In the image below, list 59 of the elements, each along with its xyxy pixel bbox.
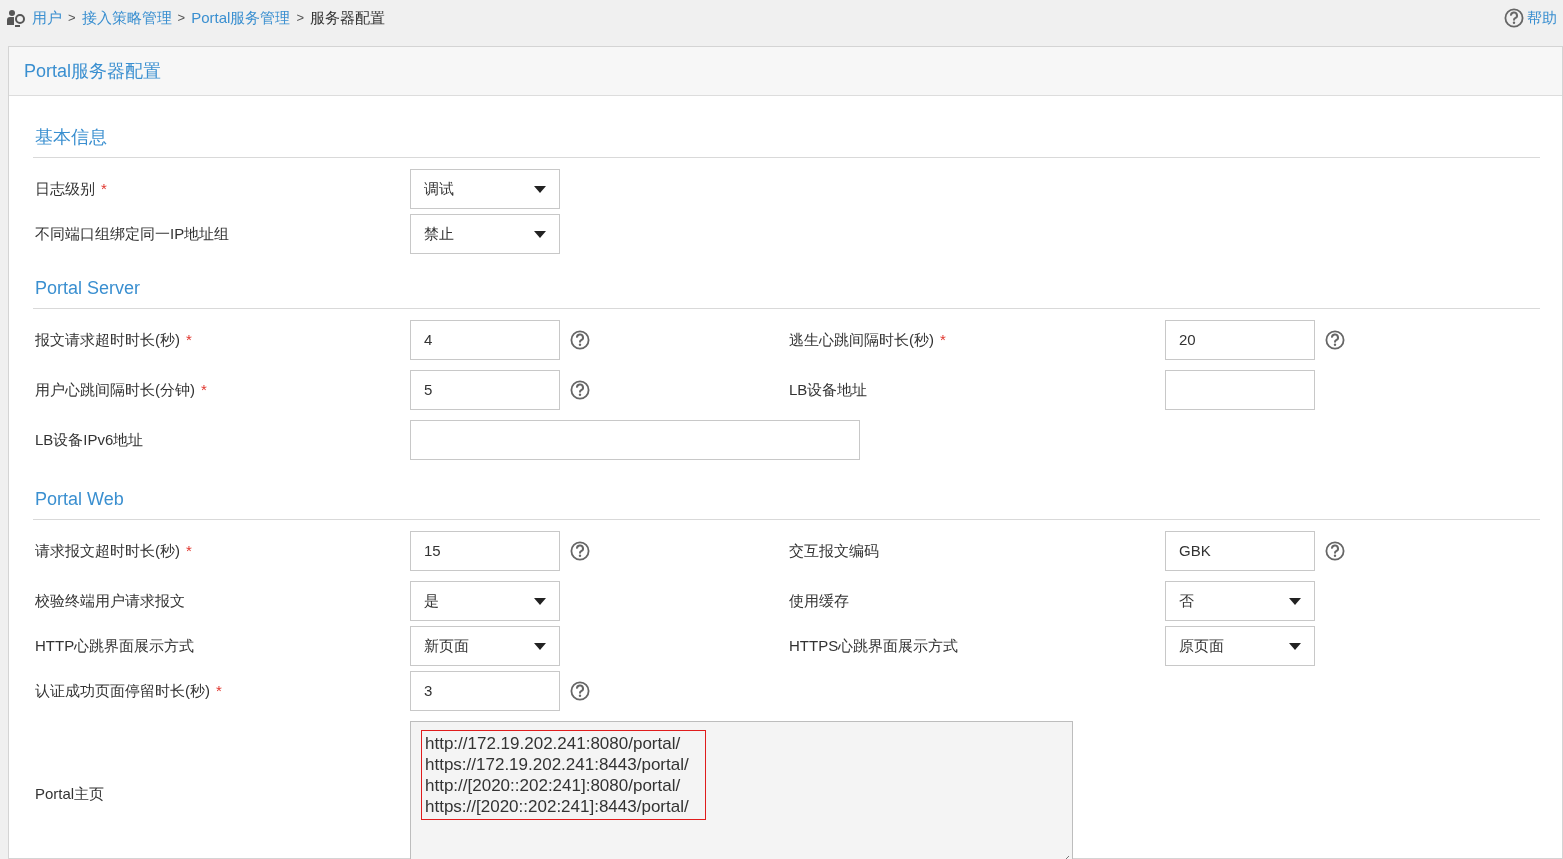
- dropdown[interactable]: 原页面: [1165, 626, 1315, 666]
- breadcrumb-separator: >: [68, 9, 76, 28]
- dropdown[interactable]: 禁止: [410, 214, 560, 254]
- field-label: 使用缓存: [789, 591, 849, 609]
- field-label: Portal主页: [35, 784, 105, 802]
- input-field[interactable]: 3: [410, 671, 560, 711]
- input-field[interactable]: [410, 420, 860, 460]
- field-label: 交互报文编码: [789, 541, 879, 559]
- field-label: 逃生心跳间隔时长(秒): [789, 330, 934, 348]
- required-mark: *: [201, 380, 207, 398]
- help-icon[interactable]: [570, 681, 590, 701]
- breadcrumb-separator: >: [177, 9, 186, 28]
- caret-icon: [534, 230, 546, 238]
- required-mark: *: [940, 330, 946, 348]
- help-icon[interactable]: [570, 380, 590, 400]
- breadcrumb-separator: >: [296, 9, 304, 28]
- caret-icon: [1289, 642, 1301, 650]
- url-list: http://172.19.202.241:8080/portal/ https://172.19.202.241:8443/portal/ http://[2020::202:241]:8080/portal/ https://[2020::202:241]:8443/portal/: [421, 730, 706, 820]
- input-field[interactable]: 5: [410, 370, 560, 410]
- dropdown[interactable]: 新页面: [410, 626, 560, 666]
- field-label: HTTPS心跳界面展示方式: [789, 636, 959, 654]
- field-label: 校验终端用户请求报文: [35, 591, 185, 609]
- input-field[interactable]: 15: [410, 531, 560, 571]
- input-field[interactable]: 20: [1165, 320, 1315, 360]
- input-field[interactable]: GBK: [1165, 531, 1315, 571]
- required-mark: *: [216, 681, 222, 699]
- caret-icon: [534, 185, 546, 193]
- field-label: 报文请求超时时长(秒): [35, 330, 180, 348]
- section-title: 基本信息: [33, 96, 1540, 158]
- help-icon[interactable]: [1504, 8, 1524, 28]
- required-mark: *: [186, 541, 192, 559]
- required-mark: *: [186, 330, 192, 348]
- person-gear-icon: [6, 8, 26, 28]
- help-icon[interactable]: [570, 330, 590, 350]
- text-area[interactable]: http://172.19.202.241:8080/portal/ https://172.19.202.241:8443/portal/ http://[2020::202:241]:8080/portal/ https://[2020::202:241]:8443/portal/: [410, 721, 1073, 859]
- caret-icon: [1289, 597, 1301, 605]
- field-label: HTTP心跳界面展示方式: [35, 636, 195, 654]
- dropdown[interactable]: 调试: [410, 169, 560, 209]
- help-icon[interactable]: [1325, 541, 1345, 561]
- panel-title: Portal服务器配置: [24, 59, 162, 83]
- input-field[interactable]: 4: [410, 320, 560, 360]
- caret-icon: [534, 597, 546, 605]
- caret-icon: [534, 642, 546, 650]
- required-mark: *: [101, 179, 107, 197]
- field-label: 用户心跳间隔时长(分钟): [35, 380, 195, 398]
- input-field[interactable]: [1165, 370, 1315, 410]
- dropdown[interactable]: 否: [1165, 581, 1315, 621]
- field-label: 不同端口组绑定同一IP地址组: [35, 224, 230, 242]
- breadcrumb-current: 服务器配置: [309, 7, 385, 28]
- field-label: LB设备IPv6地址: [35, 430, 144, 448]
- help-icon[interactable]: [570, 541, 590, 561]
- field-label: LB设备地址: [789, 380, 868, 398]
- section-title: Portal Server: [33, 259, 1540, 309]
- help-icon[interactable]: [1325, 330, 1345, 350]
- section-title: Portal Web: [33, 470, 1540, 520]
- dropdown[interactable]: 是: [410, 581, 560, 621]
- field-label: 日志级别: [35, 179, 95, 197]
- field-label: 认证成功页面停留时长(秒): [35, 681, 210, 699]
- field-label: 请求报文超时时长(秒): [35, 541, 180, 559]
